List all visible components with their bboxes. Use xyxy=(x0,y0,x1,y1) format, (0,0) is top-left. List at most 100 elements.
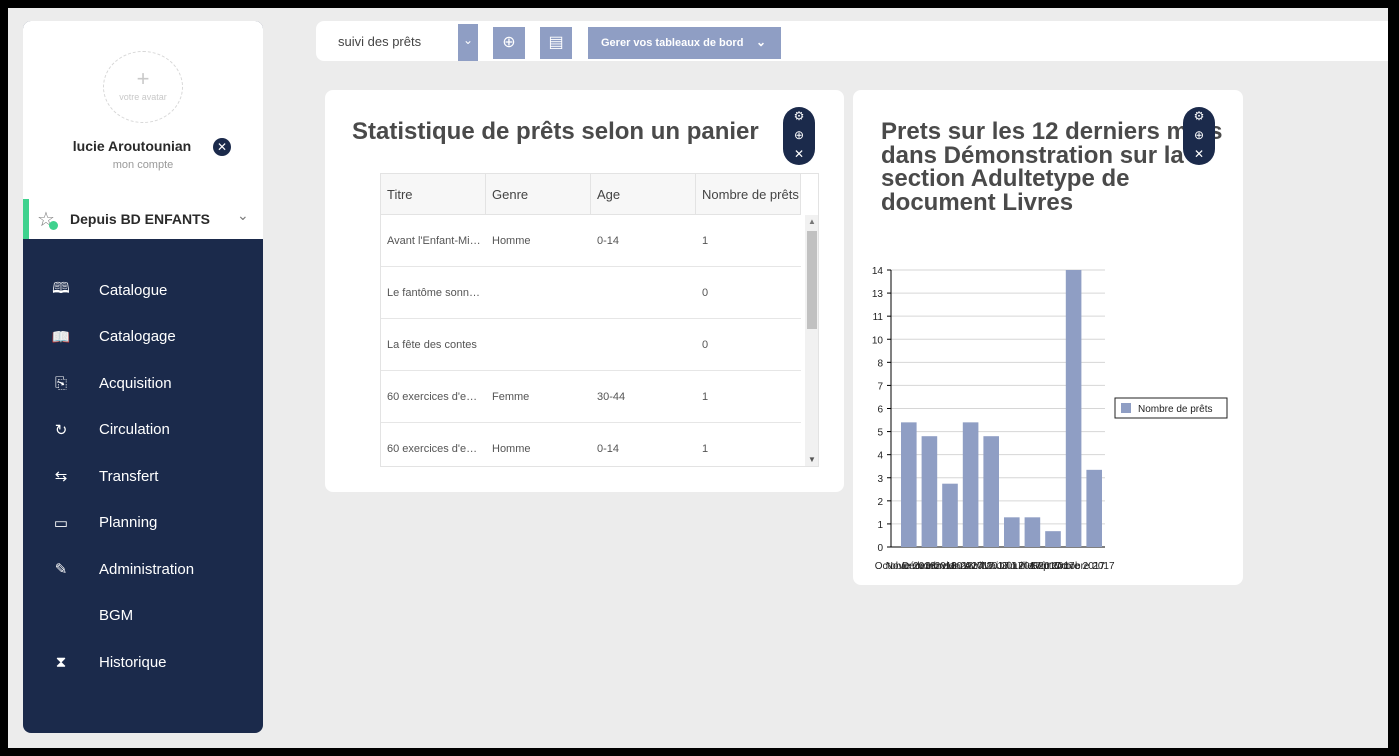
close-icon[interactable]: ✕ xyxy=(1183,145,1215,164)
table-cell xyxy=(591,319,691,371)
panel-title: Statistique de prêts selon un panier xyxy=(352,118,759,145)
menu-item-label: Planning xyxy=(99,514,158,532)
menu-item-administration[interactable]: ✎ Administration xyxy=(23,546,263,593)
manage-dashboards-label: Gerer vos tableaux de bord xyxy=(601,37,744,49)
menu-item-circulation[interactable]: ↻ Circulation xyxy=(23,407,263,454)
menu-item-acquisition[interactable]: ⎘ Acquisition xyxy=(23,360,263,407)
settings-icon[interactable]: ⚙ xyxy=(783,107,815,126)
menu-item-catalogage[interactable]: 📖 Catalogage xyxy=(23,314,263,361)
loans-table: Titre Genre Age Nombre de prêts Avant l'… xyxy=(380,173,819,467)
table-cell: 0-14 xyxy=(597,443,620,455)
bar-3 xyxy=(962,422,979,547)
menu-item-label: Acquisition xyxy=(99,374,172,392)
bar-2 xyxy=(942,483,958,547)
table-cell: 1 xyxy=(702,443,709,455)
avatar-upload[interactable]: + votre avatar xyxy=(103,51,183,123)
hourglass-icon: ⧗ xyxy=(55,653,67,671)
table-cell: 60 exercices d'entraînement xyxy=(387,443,481,455)
table-cell: 30-44 xyxy=(597,391,626,403)
bar-0 xyxy=(901,422,917,547)
table-cell: 60 exercices d'entraînement xyxy=(387,391,481,403)
check-badge-icon xyxy=(49,221,58,230)
panel-controls: ⚙ ⊕ ✕ xyxy=(783,107,815,165)
layout-button[interactable]: ▤ xyxy=(540,27,572,59)
y-tick-label: 7 xyxy=(877,381,883,392)
y-tick-label: 4 xyxy=(877,451,883,462)
transfer-arrows-icon: ⇆ xyxy=(54,468,68,486)
active-indicator xyxy=(23,199,29,239)
library-selector[interactable]: ☆ Depuis BD ENFANTS ⌄ xyxy=(23,199,263,239)
add-dashboard-button[interactable]: ⊕ xyxy=(493,27,525,59)
table-header: Titre Genre Age Nombre de prêts xyxy=(381,174,801,215)
panel-title: Prets sur les 12 derniers mois dans Démo… xyxy=(881,118,1223,216)
legend-swatch xyxy=(1121,403,1131,413)
chevron-down-icon[interactable]: ⌄ xyxy=(458,24,478,61)
loans-12-months-panel: Prets sur les 12 derniers mois dans Démo… xyxy=(853,90,1243,585)
settings-icon[interactable]: ⚙ xyxy=(1183,107,1215,126)
my-account-link[interactable]: mon compte xyxy=(23,159,263,171)
logout-icon[interactable]: ✕ xyxy=(213,138,231,156)
menu-item-catalogue[interactable]: 🕮 Catalogue xyxy=(23,267,263,314)
calendar-icon: ▭ xyxy=(53,514,69,532)
column-header[interactable]: Nombre de prêts xyxy=(696,174,801,215)
table-cell: Avant l'Enfant-Minotaure xyxy=(387,235,481,247)
table-row[interactable]: 60 exercices d'entraînement Homme 0-14 1 xyxy=(381,423,801,466)
menu-item-transfert[interactable]: ⇆ Transfert xyxy=(23,453,263,500)
scroll-down-icon[interactable]: ▼ xyxy=(805,453,818,466)
table-cell: 0 xyxy=(702,287,709,299)
table-cell: 1 xyxy=(702,391,709,403)
table-row[interactable]: Le fantôme sonne toujours deux fois 0 xyxy=(381,267,801,319)
y-tick-label: 6 xyxy=(877,405,883,416)
column-header[interactable]: Genre xyxy=(486,174,591,215)
close-icon[interactable]: ✕ xyxy=(783,145,815,164)
menu-item-bgm[interactable]: BGM xyxy=(23,593,263,640)
table-cell xyxy=(591,267,691,319)
scroll-up-icon[interactable]: ▲ xyxy=(805,215,818,229)
bar-5 xyxy=(1004,517,1020,547)
open-book-icon: 📖 xyxy=(51,328,71,346)
bar-6 xyxy=(1024,517,1041,547)
table-row[interactable]: La fête des contes 0 xyxy=(381,319,801,371)
menu-item-label: Transfert xyxy=(99,467,159,485)
dashboard-select[interactable]: suivi des prêts ⌄ xyxy=(316,21,478,61)
scroll-thumb[interactable] xyxy=(807,231,817,329)
menu-item-historique[interactable]: ⧗ Historique xyxy=(23,639,263,686)
column-header[interactable]: Age xyxy=(591,174,696,215)
refresh-icon: ↻ xyxy=(54,421,68,439)
add-icon[interactable]: ⊕ xyxy=(1183,126,1215,145)
panel-controls: ⚙ ⊕ ✕ xyxy=(1183,107,1215,165)
book-search-icon: 🕮 xyxy=(52,279,70,297)
avatar-label: votre avatar xyxy=(119,92,167,102)
dashboard-select-value: suivi des prêts xyxy=(338,34,422,49)
table-scrollbar[interactable]: ▲ ▼ xyxy=(805,215,818,466)
y-tick-label: 2 xyxy=(877,497,883,508)
loans-by-basket-panel: Statistique de prêts selon un panier ⚙ ⊕… xyxy=(325,90,844,492)
chevron-down-icon[interactable]: ⌄ xyxy=(237,207,249,224)
table-row[interactable]: Avant l'Enfant-Minotaure Homme 0-14 1 xyxy=(381,215,801,267)
app-frame: + votre avatar lucie Aroutounian ✕ mon c… xyxy=(8,8,1388,748)
y-tick-label: 8 xyxy=(877,358,883,369)
y-tick-label: 3 xyxy=(877,474,883,485)
table-cell: 0 xyxy=(702,339,709,351)
column-header[interactable]: Titre xyxy=(381,174,486,215)
loans-bar-chart: 01234567810111314Octobre 2016Novembre 20… xyxy=(872,266,1228,572)
inbox-icon: ⎘ xyxy=(54,374,67,392)
menu-item-label: Historique xyxy=(99,653,167,671)
bar-9 xyxy=(1086,469,1102,547)
table-cell: 1 xyxy=(702,235,709,247)
menu-item-planning[interactable]: ▭ Planning xyxy=(23,500,263,547)
y-tick-label: 5 xyxy=(877,428,883,439)
table-cell: Homme xyxy=(492,443,531,455)
bar-4 xyxy=(983,436,999,547)
menu-item-label: Catalogue xyxy=(99,281,168,299)
table-row[interactable]: 60 exercices d'entraînement Femme 30-44 1 xyxy=(381,371,801,423)
bar-1 xyxy=(921,436,938,547)
bar-8 xyxy=(1065,270,1082,547)
manage-dashboards-button[interactable]: Gerer vos tableaux de bord ⌄ xyxy=(588,27,781,59)
menu-item-label: BGM xyxy=(99,607,134,625)
y-tick-label: 11 xyxy=(873,312,884,323)
x-tick-label: Octobre 2017 xyxy=(1054,561,1115,572)
add-icon[interactable]: ⊕ xyxy=(783,126,815,145)
table-cell: Homme xyxy=(492,235,531,247)
table-cell xyxy=(486,267,586,319)
